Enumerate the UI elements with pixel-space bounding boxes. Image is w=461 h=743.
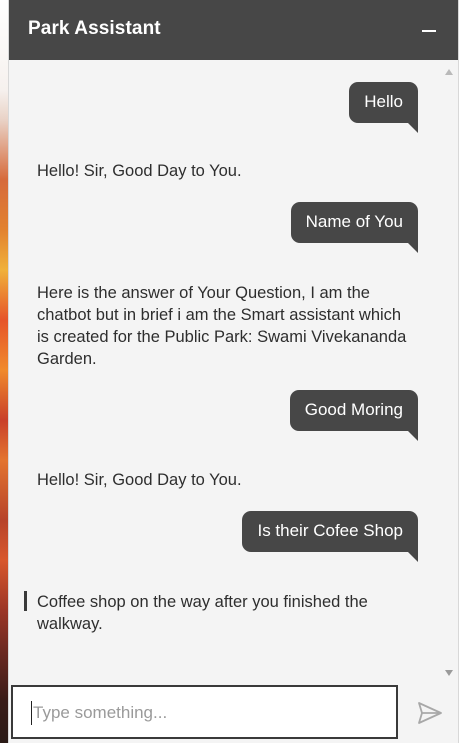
focus-marker xyxy=(24,591,27,611)
scroll-up-arrow-icon[interactable] xyxy=(445,69,453,75)
message-input[interactable] xyxy=(31,701,383,725)
user-message: Good Moring xyxy=(289,390,419,441)
minimize-icon[interactable] xyxy=(418,16,440,44)
chat-header: Park Assistant xyxy=(9,0,458,60)
composer xyxy=(9,684,458,743)
message-input-box[interactable] xyxy=(11,685,398,739)
bot-message: Hello! Sir, Good Day to You. xyxy=(37,471,242,489)
user-message: Is their Cofee Shop xyxy=(242,511,418,562)
user-message: Name of You xyxy=(290,202,419,253)
user-message: Hello xyxy=(349,82,418,133)
chat-title: Park Assistant xyxy=(28,18,161,39)
scroll-down-arrow-icon[interactable] xyxy=(445,670,453,676)
chat-widget: Park Assistant Hello Hello! Sir, Good Da… xyxy=(9,0,458,743)
bot-message: Here is the answer of Your Question, I a… xyxy=(37,284,407,368)
message-list[interactable]: Hello Hello! Sir, Good Day to You. Name … xyxy=(9,60,458,684)
bot-message: Hello! Sir, Good Day to You. xyxy=(37,162,242,180)
send-icon[interactable] xyxy=(412,698,446,728)
bot-message: Coffee shop on the way after you finishe… xyxy=(37,593,368,633)
